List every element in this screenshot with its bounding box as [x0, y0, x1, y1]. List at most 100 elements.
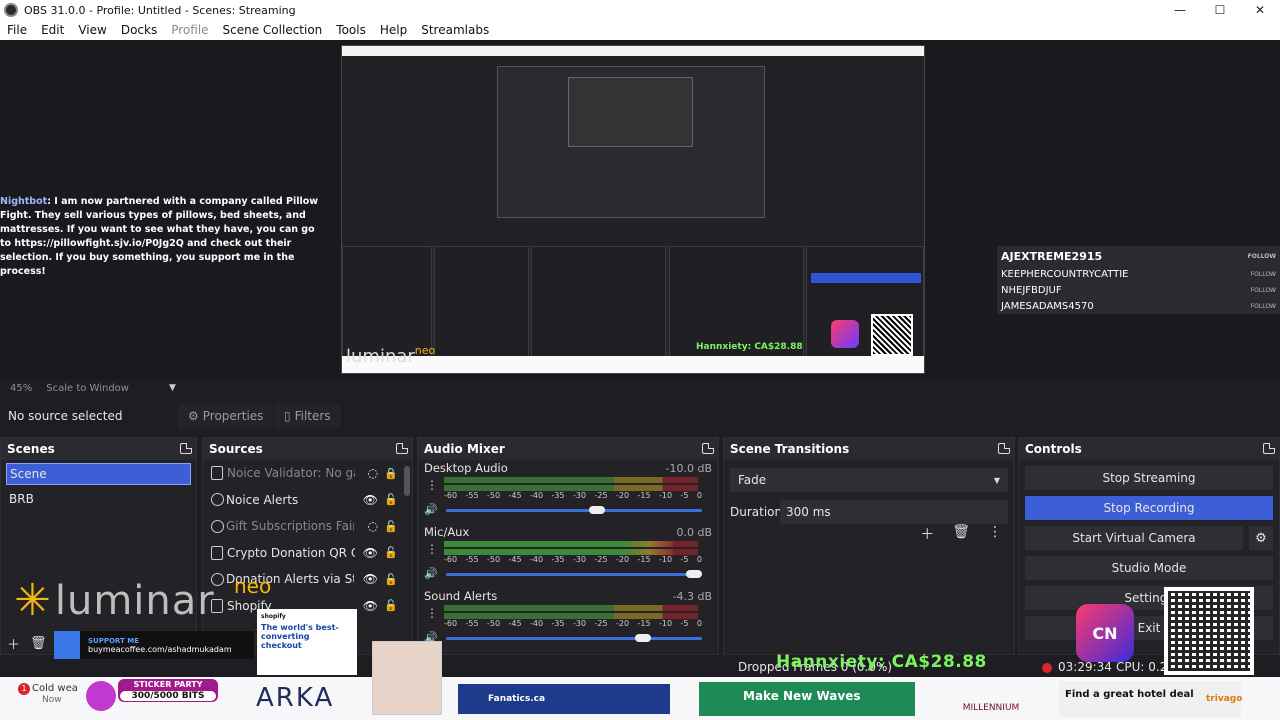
menu-view[interactable]: View — [71, 23, 113, 37]
more-icon[interactable]: ⋮ — [426, 478, 438, 492]
chevron-down-icon[interactable]: ▼ — [169, 383, 176, 393]
menu-docks[interactable]: Docks — [114, 23, 164, 37]
menu-scene-collection[interactable]: Scene Collection — [216, 23, 330, 37]
eye-icon[interactable]: 👁 — [363, 546, 378, 560]
cn-logo: CN — [1076, 604, 1134, 662]
menu-streamlabs[interactable]: Streamlabs — [414, 23, 496, 37]
studio-mode-button[interactable]: Studio Mode — [1025, 556, 1273, 580]
popout-icon[interactable] — [396, 443, 408, 454]
popout-icon[interactable] — [1263, 443, 1275, 454]
arka-logo: ARKA — [256, 683, 335, 713]
nested-obs-preview — [497, 66, 765, 218]
menu-file[interactable]: File — [0, 23, 34, 37]
filters-button[interactable]: ▯ Filters — [274, 403, 341, 429]
scale-mode[interactable]: Scale to Window — [46, 383, 129, 394]
scene-item[interactable]: BRB — [6, 488, 191, 510]
shopify-ad: shopify The world's best-converting chec… — [257, 609, 357, 675]
trash-icon[interactable]: 🗑 — [952, 524, 970, 544]
eye-off-icon[interactable]: ◌ — [368, 519, 378, 533]
weather-widget[interactable]: 1 Cold wea Now — [18, 683, 78, 705]
follower-row: AJEXTREME2915 FOLLOW — [1001, 249, 1276, 263]
volume-row: 🔊 — [424, 503, 704, 517]
popout-icon[interactable] — [702, 443, 714, 454]
lock-icon[interactable]: 🔓 — [384, 573, 398, 586]
audio-mixer-dock: Audio Mixer Desktop Audio -10.0 dB ⋮ -60 -55… — [417, 437, 719, 655]
tick-label: -15 — [637, 619, 651, 628]
source-item[interactable]: Noice Alerts 👁 🔓 — [203, 487, 412, 514]
close-icon[interactable]: ✕ — [1240, 3, 1280, 17]
stop-streaming-button[interactable]: Stop Streaming — [1025, 466, 1273, 490]
volume-meter — [444, 541, 698, 555]
start-virtual-camera-button[interactable]: Start Virtual Camera — [1025, 526, 1243, 550]
heart-icon — [86, 681, 116, 711]
dock-header: Scenes — [1, 438, 196, 460]
popout-icon[interactable] — [180, 443, 192, 454]
nested-luminar-logo: luminarneo — [346, 344, 436, 367]
volume-slider[interactable] — [446, 634, 702, 642]
speaker-icon[interactable]: 🔊 — [424, 503, 438, 516]
coffee-cup-icon — [54, 631, 80, 659]
tick-label: -40 — [530, 619, 544, 628]
waves-ad: Make New Waves — [699, 682, 915, 716]
more-icon[interactable]: ⋮ — [426, 542, 438, 556]
fanatics-ad: Fanatics.ca — [458, 684, 670, 714]
source-item[interactable]: Gift Subscriptions Fairy ◌ 🔓 — [203, 513, 412, 540]
obs-logo-icon — [4, 3, 18, 17]
volume-slider[interactable] — [446, 506, 702, 514]
dock-header: Controls — [1019, 438, 1279, 460]
zoom-level[interactable]: 45% — [10, 383, 32, 394]
stop-recording-button[interactable]: Stop Recording — [1025, 496, 1273, 520]
menu-profile[interactable]: Profile — [164, 23, 215, 37]
properties-button[interactable]: ⚙ Properties — [178, 403, 274, 429]
mixer-channel: Sound Alerts -4.3 dB ⋮ -60 -55 -50 -45 -40 -35 -3… — [418, 588, 718, 652]
source-item[interactable]: Noice Validator: No game◌🔒 — [203, 460, 412, 487]
tick-label: 0 — [696, 555, 702, 564]
add-icon[interactable]: ＋ — [7, 634, 20, 653]
trash-icon[interactable]: 🗑 — [30, 636, 47, 651]
volume-slider-handle[interactable] — [686, 570, 702, 578]
preview-area[interactable]: luminarneo Hannxiety: CA$28.88 Nightbot:… — [0, 40, 1280, 380]
lock-icon[interactable]: 🔓 — [384, 599, 398, 612]
gear-icon[interactable]: ⚙ — [1249, 526, 1273, 550]
duration-input[interactable]: 300 ms — [780, 500, 1008, 524]
lock-icon[interactable]: 🔓 — [384, 493, 398, 506]
source-item[interactable]: Crypto Donation QR Code👁🔓 — [203, 540, 412, 567]
volume-slider[interactable] — [446, 570, 702, 578]
volume-slider-handle[interactable] — [588, 506, 605, 514]
lock-icon[interactable]: 🔓 — [384, 546, 398, 559]
more-icon[interactable]: ⋮ — [426, 606, 438, 620]
follower-row: KEEPHERCOUNTRYCATTIE FOLLOW — [1001, 268, 1276, 280]
menu-tools[interactable]: Tools — [329, 23, 373, 37]
tick-label: -60 — [444, 555, 458, 564]
eye-icon[interactable]: 👁 — [363, 572, 378, 586]
source-toolbar: No source selected ⚙ Properties ▯ Filters — [0, 401, 1280, 431]
menu-edit[interactable]: Edit — [34, 23, 71, 37]
menu-help[interactable]: Help — [373, 23, 414, 37]
luminar-neo-logo: ✳ luminar neo — [14, 574, 272, 626]
minimize-icon[interactable]: — — [1160, 3, 1200, 17]
transition-select[interactable]: Fade ▼ — [730, 468, 1008, 492]
lock-icon[interactable]: 🔒 — [384, 467, 398, 480]
maximize-icon[interactable]: ☐ — [1200, 3, 1240, 17]
volume-meter — [444, 605, 698, 619]
volume-meter — [444, 477, 698, 491]
popout-icon[interactable] — [998, 443, 1010, 454]
tick-label: -40 — [530, 555, 544, 564]
eye-icon[interactable]: 👁 — [363, 493, 378, 507]
speaker-icon[interactable]: 🔊 — [424, 567, 438, 580]
eye-icon[interactable]: 👁 — [363, 599, 378, 613]
channel-header: Sound Alerts -4.3 dB — [424, 588, 712, 604]
nested-qr-code — [871, 314, 913, 356]
dock-header: Audio Mixer — [418, 438, 718, 460]
lock-icon[interactable]: 🔓 — [384, 520, 398, 533]
sources-scrollbar[interactable] — [404, 466, 410, 496]
eye-off-icon[interactable]: ◌ — [368, 466, 378, 480]
duration-label: Duration — [730, 505, 783, 519]
more-icon[interactable]: ⋮ — [988, 524, 1002, 544]
file-icon — [211, 545, 223, 560]
volume-slider-handle[interactable] — [634, 634, 651, 642]
add-icon[interactable]: ＋ — [920, 524, 934, 544]
tick-label: -10 — [659, 555, 673, 564]
transition-actions: ＋ 🗑 ⋮ — [920, 524, 1002, 544]
scene-item[interactable]: Scene — [6, 463, 191, 485]
